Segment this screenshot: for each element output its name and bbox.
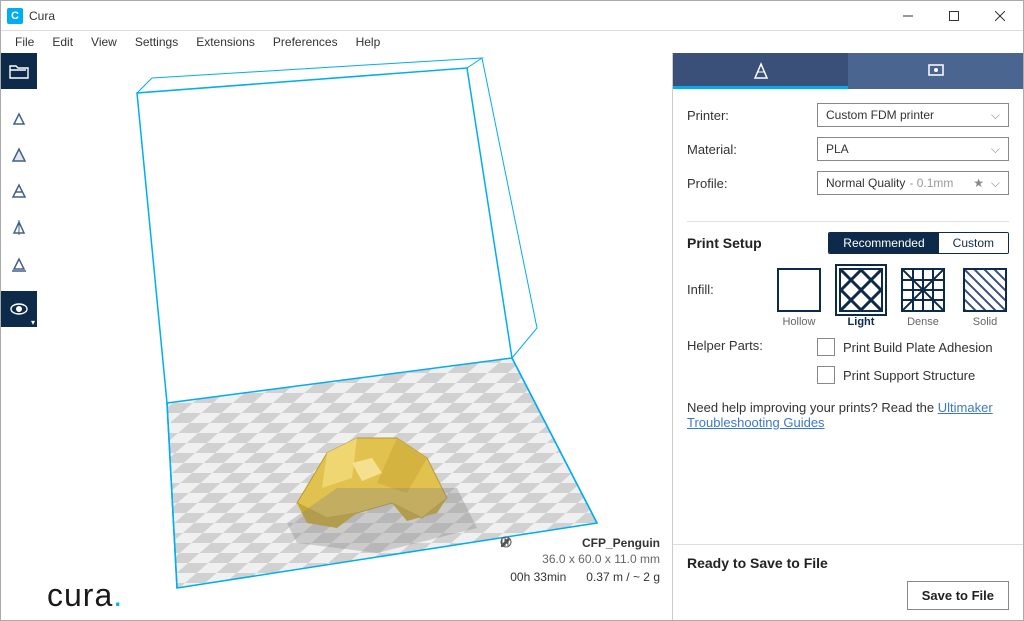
left-toolbar: ▾ bbox=[1, 53, 37, 620]
viewport-3d[interactable]: CFP_Penguin 36.0 x 60.0 x 11.0 mm 00h 33… bbox=[37, 53, 673, 620]
close-button[interactable] bbox=[977, 1, 1023, 31]
adhesion-label: Print Build Plate Adhesion bbox=[843, 340, 993, 355]
eye-icon bbox=[9, 302, 29, 316]
material-select[interactable]: PLA ⌵ bbox=[817, 137, 1009, 161]
chevron-down-icon: ▾ bbox=[31, 318, 35, 327]
rotate-tool[interactable] bbox=[1, 173, 37, 209]
mirror-tool[interactable] bbox=[1, 209, 37, 245]
chevron-down-icon: ⌵ bbox=[991, 176, 1000, 191]
filament-usage: 0.37 m / ~ 2 g bbox=[586, 570, 660, 584]
chevron-down-icon: ⌵ bbox=[991, 142, 1000, 157]
prepare-stage-tab[interactable] bbox=[673, 53, 848, 89]
profile-select[interactable]: Normal Quality - 0.1mm ★ ⌵ bbox=[817, 171, 1009, 195]
model-info-overlay: CFP_Penguin 36.0 x 60.0 x 11.0 mm 00h 33… bbox=[500, 536, 660, 584]
save-to-file-button[interactable]: Save to File bbox=[907, 581, 1009, 610]
status-text: Ready to Save to File bbox=[687, 555, 1009, 571]
per-model-tool[interactable] bbox=[1, 245, 37, 281]
minimize-button[interactable] bbox=[885, 1, 931, 31]
helper-parts-label: Helper Parts: bbox=[687, 338, 817, 353]
setup-mode-toggle: Recommended Custom bbox=[828, 232, 1009, 254]
recommended-mode-button[interactable]: Recommended bbox=[829, 233, 938, 253]
model-dimensions: 36.0 x 60.0 x 11.0 mm bbox=[500, 552, 660, 566]
light-pattern-icon bbox=[841, 270, 881, 310]
star-icon: ★ bbox=[973, 176, 984, 190]
settings-icon bbox=[10, 254, 28, 272]
app-icon: C bbox=[7, 8, 23, 24]
infill-dense[interactable]: Dense bbox=[899, 268, 947, 328]
rotate-icon bbox=[10, 182, 28, 200]
infill-label: Infill: bbox=[687, 268, 775, 297]
open-file-button[interactable] bbox=[1, 53, 37, 89]
solid-pattern-icon bbox=[965, 270, 1005, 310]
chevron-down-icon: ⌵ bbox=[991, 108, 1000, 123]
infill-solid[interactable]: Solid bbox=[961, 268, 1009, 328]
move-tool[interactable] bbox=[1, 101, 37, 137]
printer-select[interactable]: Custom FDM printer ⌵ bbox=[817, 103, 1009, 127]
help-text: Need help improving your prints? Read th… bbox=[673, 390, 1023, 440]
window-title: Cura bbox=[29, 9, 885, 23]
menu-preferences[interactable]: Preferences bbox=[265, 33, 346, 51]
infill-light[interactable]: Light bbox=[837, 268, 885, 328]
material-label: Material: bbox=[687, 142, 817, 157]
menu-edit[interactable]: Edit bbox=[44, 33, 81, 51]
print-setup-title: Print Setup bbox=[687, 235, 828, 251]
custom-mode-button[interactable]: Custom bbox=[939, 233, 1008, 253]
scale-icon bbox=[10, 146, 28, 164]
model-name-label: CFP_Penguin bbox=[582, 536, 660, 550]
menu-extensions[interactable]: Extensions bbox=[188, 33, 263, 51]
maximize-button[interactable] bbox=[931, 1, 977, 31]
menu-settings[interactable]: Settings bbox=[127, 33, 186, 51]
minimize-icon bbox=[903, 11, 913, 21]
close-icon bbox=[995, 11, 1005, 21]
menubar: File Edit View Settings Extensions Prefe… bbox=[1, 31, 1023, 53]
monitor-stage-tab[interactable] bbox=[848, 53, 1023, 89]
printer-label: Printer: bbox=[687, 108, 817, 123]
menu-view[interactable]: View bbox=[83, 33, 125, 51]
build-plate-adhesion-checkbox[interactable] bbox=[817, 338, 835, 356]
dense-pattern-icon bbox=[903, 270, 943, 310]
scale-tool[interactable] bbox=[1, 137, 37, 173]
divider bbox=[687, 221, 1009, 222]
support-label: Print Support Structure bbox=[843, 368, 975, 383]
menu-file[interactable]: File bbox=[7, 33, 42, 51]
profile-label: Profile: bbox=[687, 176, 817, 191]
prepare-icon bbox=[752, 62, 770, 80]
window-titlebar: C Cura bbox=[1, 1, 1023, 31]
window-controls bbox=[885, 1, 1023, 31]
maximize-icon bbox=[949, 11, 959, 21]
stage-tabs bbox=[673, 53, 1023, 89]
infill-hollow[interactable]: Hollow bbox=[775, 268, 823, 328]
move-icon bbox=[10, 110, 28, 128]
print-time: 00h 33min bbox=[510, 570, 566, 584]
menu-help[interactable]: Help bbox=[348, 33, 389, 51]
support-structure-checkbox[interactable] bbox=[817, 366, 835, 384]
monitor-icon bbox=[927, 62, 945, 80]
right-panel: Printer: Custom FDM printer ⌵ Material: … bbox=[673, 53, 1023, 620]
cura-logo: cura. bbox=[47, 577, 123, 614]
mirror-icon bbox=[10, 218, 28, 236]
folder-open-icon bbox=[9, 63, 29, 79]
view-mode-button[interactable]: ▾ bbox=[1, 291, 37, 327]
